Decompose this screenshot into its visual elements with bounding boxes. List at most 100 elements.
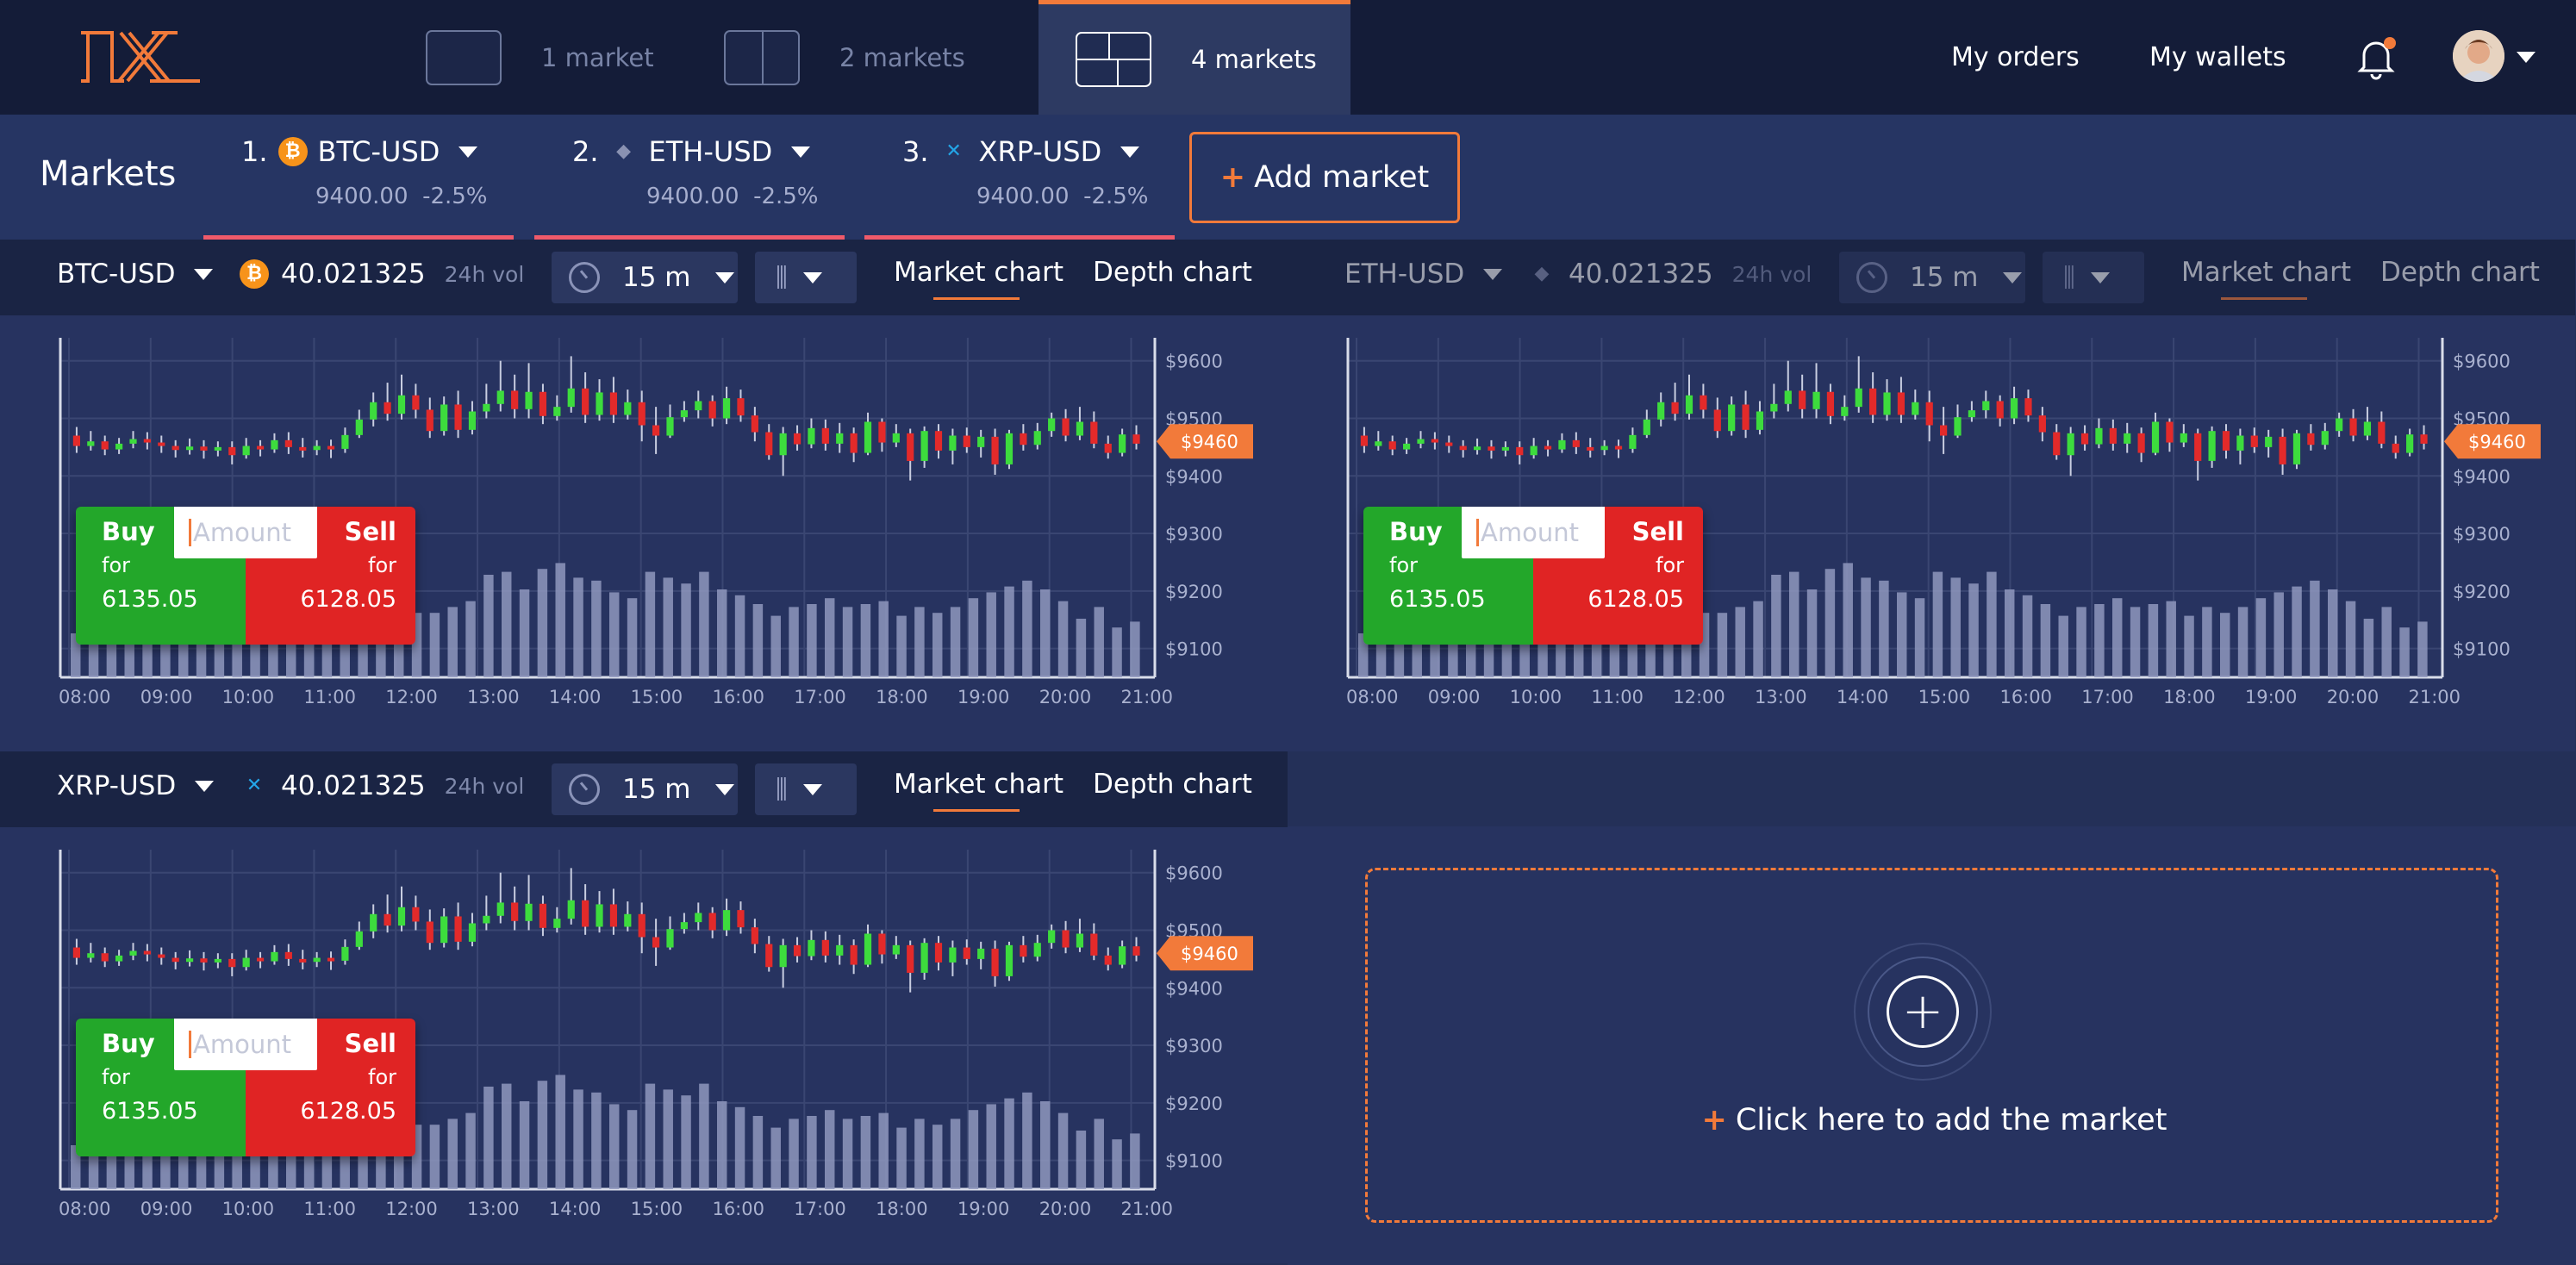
candle-body — [539, 903, 547, 928]
amount-input[interactable] — [1462, 507, 1605, 558]
candle-body — [468, 923, 477, 942]
volume-bar — [2184, 615, 2194, 677]
market-tab-number: 3. — [902, 135, 929, 168]
layout-4-markets[interactable]: 4 markets — [1039, 0, 1350, 115]
market-tab-btc[interactable]: 1. ₿ BTC-USD 9400.00 -2.5% — [203, 115, 514, 240]
candle-body — [1417, 439, 1425, 444]
layout-2-markets[interactable]: 2 markets — [724, 0, 965, 115]
volume-bar — [1806, 589, 1818, 677]
candle-body — [468, 411, 477, 430]
tab-market-chart[interactable]: Market chart — [894, 257, 1063, 300]
avatar[interactable] — [2453, 30, 2504, 82]
chart-type-selector[interactable]: ⫼ — [2043, 252, 2144, 303]
quick-trade-box: Buy for 6135.05 Sell for 6128.05 — [1363, 507, 1703, 645]
interval-selector[interactable]: 15 m — [552, 763, 738, 815]
tab-depth-chart[interactable]: Depth chart — [1093, 769, 1252, 800]
avatar-chevron-down-icon[interactable] — [2517, 52, 2535, 63]
pair-selector[interactable]: BTC-USD — [57, 259, 214, 290]
volume-bar — [1968, 583, 1979, 677]
volume-bar — [681, 1095, 691, 1189]
candlestick-chart[interactable]: $9600 $9500 $9400 $9300 $9200 $9100 08:00 09:00… — [0, 827, 1288, 1263]
amount-input[interactable] — [174, 507, 317, 558]
candle-body — [1982, 401, 1990, 411]
volume-bar — [681, 583, 691, 677]
candle-body — [242, 957, 250, 968]
candle-body — [2363, 421, 2372, 436]
interval-selector[interactable]: 15 m — [1839, 252, 2025, 303]
candlestick-chart[interactable]: $9600 $9500 $9400 $9300 $9200 $9100 08:00 09:00… — [1288, 315, 2575, 751]
volume-bar — [825, 598, 835, 677]
candle-body — [185, 446, 194, 451]
candle-body — [680, 410, 688, 418]
candle-body — [1756, 411, 1764, 430]
candle-body — [370, 913, 377, 932]
chevron-down-icon[interactable] — [791, 146, 811, 158]
my-wallets-link[interactable]: My wallets — [2149, 0, 2286, 115]
volume-bar — [1057, 601, 1069, 677]
add-market-dropzone[interactable]: + + Click here to add the market — [1365, 868, 2498, 1223]
candle-body — [2265, 436, 2273, 447]
pair-selector[interactable]: XRP-USD — [57, 770, 215, 801]
candle-body — [2307, 433, 2315, 446]
pair-label: XRP-USD — [57, 770, 177, 801]
tab-depth-chart[interactable]: Depth chart — [2380, 257, 2540, 288]
volume-bar — [968, 598, 979, 677]
candle-body — [779, 433, 787, 456]
candle-body — [341, 434, 349, 449]
candle-body — [1132, 434, 1140, 444]
volume-bar — [483, 575, 494, 677]
volume-bar — [1040, 589, 1051, 677]
logo-1x[interactable] — [76, 26, 205, 88]
bell-icon[interactable] — [2353, 34, 2399, 81]
candlestick-chart[interactable]: $9600 $9500 $9400 $9300 $9200 $9100 08:00 09:00… — [0, 315, 1288, 751]
volume-bar — [88, 639, 99, 677]
plus-circle-icon[interactable]: + — [1887, 975, 1959, 1048]
candle-body — [1685, 395, 1693, 414]
candle-body — [397, 395, 406, 414]
add-market-prompt[interactable]: + Click here to add the market — [1368, 1103, 2501, 1137]
candle-body — [1784, 390, 1792, 404]
candle-body — [708, 913, 716, 931]
candle-body — [2137, 433, 2145, 453]
x-tick-label: 20:00 — [1039, 1199, 1092, 1219]
market-tab-eth[interactable]: 2. ◆ ETH-USD 9400.00 -2.5% — [534, 115, 845, 240]
quick-trade-box: Buy for 6135.05 Sell for 6128.05 — [76, 1019, 415, 1156]
chart-type-selector[interactable]: ⫼ — [755, 252, 857, 303]
candle-body — [680, 922, 688, 930]
layout-2-markets-label: 2 markets — [839, 42, 965, 72]
clock-icon — [1856, 262, 1887, 293]
sell-price: 6128.05 — [300, 1098, 396, 1125]
add-market-button[interactable]: + Add market — [1189, 132, 1460, 223]
volume-bar — [789, 1119, 799, 1189]
volume-bar — [1004, 586, 1014, 677]
tab-depth-chart[interactable]: Depth chart — [1093, 257, 1252, 288]
chevron-down-icon[interactable] — [1120, 146, 1140, 158]
candle-body — [1005, 433, 1014, 464]
candle-body — [892, 433, 900, 443]
volume-bar — [717, 1101, 727, 1189]
x-tick-label: 17:00 — [794, 1199, 846, 1219]
volume-bar — [986, 1104, 996, 1189]
tab-market-chart[interactable]: Market chart — [2181, 257, 2351, 300]
candle-body — [496, 902, 504, 916]
x-tick-label: 08:00 — [1346, 687, 1399, 707]
candle-body — [751, 415, 758, 433]
chevron-down-icon[interactable] — [458, 146, 478, 158]
candle-body — [1375, 441, 1382, 446]
panel-header: ETH-USD ◆ 40.021325 24h vol 15 m ⫼ Market … — [1288, 240, 2575, 315]
pair-selector[interactable]: ETH-USD — [1344, 259, 1503, 290]
my-orders-link[interactable]: My orders — [1951, 0, 2080, 115]
volume-bar — [770, 615, 781, 677]
layout-1-market[interactable]: 1 market — [426, 0, 654, 115]
candle-body — [751, 927, 758, 944]
single-pane-icon — [426, 29, 502, 85]
plus-icon: + — [1219, 160, 1246, 195]
candle-body — [115, 955, 123, 962]
interval-selector[interactable]: 15 m — [552, 252, 738, 303]
amount-input[interactable] — [174, 1019, 317, 1070]
market-tab-xrp[interactable]: 3. ✕ XRP-USD 9400.00 -2.5% — [864, 115, 1175, 240]
tab-market-chart[interactable]: Market chart — [894, 769, 1063, 812]
chart-type-selector[interactable]: ⫼ — [755, 763, 857, 815]
add-market-label: Add market — [1254, 160, 1430, 195]
volume-bar — [717, 589, 727, 677]
